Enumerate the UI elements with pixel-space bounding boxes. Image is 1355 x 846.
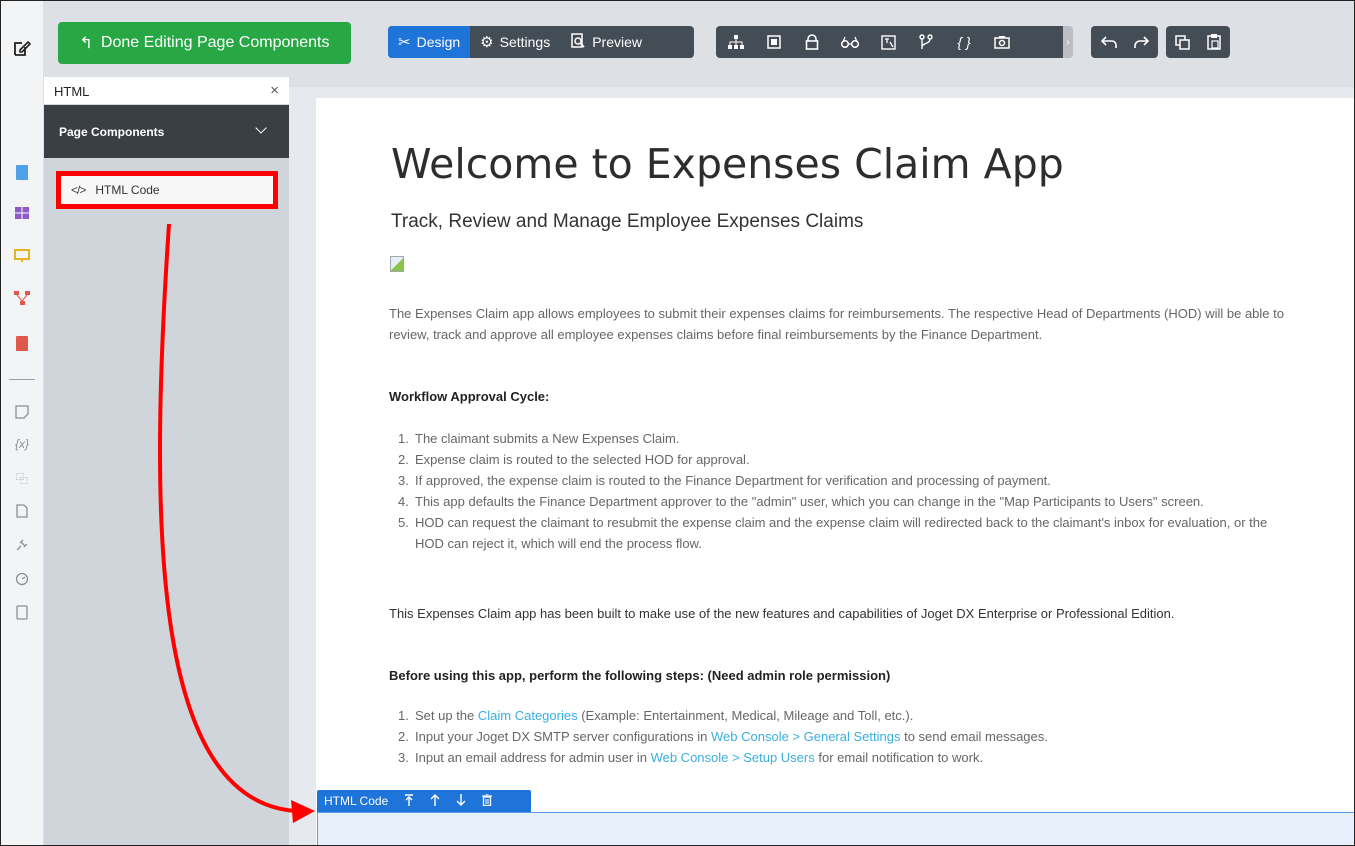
before-heading: Before using this app, perform the follo… <box>389 668 891 683</box>
trash-icon[interactable] <box>482 792 493 809</box>
move-up-icon[interactable] <box>430 793 440 809</box>
app-window: {x} ⿻ ↰ Done Editing Page Components ✂ D… <box>0 0 1355 846</box>
tablet-icon[interactable] <box>11 601 33 623</box>
preview-tab[interactable]: Preview <box>560 26 652 58</box>
workflow-step-text: If approved, the expense claim is routed… <box>415 473 1051 488</box>
list-item: 2. Expense claim is routed to the selecte… <box>398 452 750 467</box>
setup-steps-list: 1. Set up the Claim Categories (Example: … <box>389 705 1294 768</box>
branch-icon[interactable] <box>914 28 938 56</box>
curly-braces-icon[interactable]: { } <box>952 28 976 56</box>
undo-icon[interactable] <box>1097 28 1121 56</box>
setup-step-pre: Set up the <box>415 708 478 723</box>
preview-icon <box>570 32 586 52</box>
form-icon[interactable] <box>762 28 786 56</box>
copy-icon[interactable] <box>1170 28 1194 56</box>
note-icon[interactable] <box>11 401 33 423</box>
setup-step-pre: Input an email address for admin user in <box>415 750 651 765</box>
variable-icon[interactable]: {x} <box>11 433 33 455</box>
component-label: HTML Code <box>324 794 389 808</box>
file-icon[interactable] <box>11 500 33 522</box>
component-toolbar: HTML Code <box>317 790 531 812</box>
page-subtitle: Track, Review and Manage Employee Expens… <box>391 211 864 232</box>
setup-step-pre: Input your Joget DX SMTP server configur… <box>415 729 712 744</box>
component-search-input[interactable] <box>54 81 254 101</box>
mode-switcher: ✂ Design ⚙ Settings Preview <box>388 26 694 58</box>
redo-icon[interactable] <box>1129 28 1153 56</box>
list-item: 5. HOD can request the claimant to resubm… <box>398 515 1268 551</box>
table-icon[interactable] <box>11 202 33 224</box>
paste-icon[interactable] <box>1202 28 1226 56</box>
setup-step-post: for email notification to work. <box>814 750 984 765</box>
left-icon-rail: {x} ⿻ <box>1 1 44 845</box>
camera-icon[interactable] <box>990 28 1014 56</box>
design-tab-label: Design <box>416 34 461 50</box>
list-item: 1. The claimant submits a New Expenses Cl… <box>398 431 680 446</box>
workflow-step-text: Expense claim is routed to the selected … <box>415 452 750 467</box>
top-toolbar: ↰ Done Editing Page Components ✂ Design … <box>44 1 1354 87</box>
workflow-heading: Workflow Approval Cycle: <box>389 389 550 404</box>
list-item: 1. Set up the Claim Categories (Example: … <box>398 708 914 723</box>
claim-categories-link[interactable]: Claim Categories <box>478 708 578 723</box>
built-paragraph: This Expenses Claim app has been built t… <box>389 606 1175 621</box>
page-title: Welcome to Expenses Claim App <box>391 140 1064 188</box>
gear-icon: ⚙ <box>480 34 494 51</box>
monitor-icon[interactable] <box>11 245 33 267</box>
builder-tools: { } <box>716 26 1071 58</box>
speedometer-icon[interactable] <box>11 568 33 590</box>
page-components-header[interactable]: Page Components <box>44 105 289 158</box>
intro-paragraph: The Expenses Claim app allows employees … <box>389 306 1284 342</box>
lock-icon[interactable] <box>800 28 824 56</box>
translate-icon[interactable]: ⿻ <box>11 467 33 489</box>
back-arrow-icon: ↰ <box>79 35 93 52</box>
done-editing-button[interactable]: ↰ Done Editing Page Components <box>58 22 351 64</box>
workflow-step-text: HOD can request the claimant to resubmit… <box>415 515 1268 551</box>
html-code-item-label: HTML Code <box>95 183 160 197</box>
sitemap-icon[interactable] <box>724 28 748 56</box>
done-editing-label: Done Editing Page Components <box>100 34 330 51</box>
setup-step-post: to send email messages. <box>900 729 1048 744</box>
components-panel: × Page Components </> HTML Code ‹ <box>44 77 332 845</box>
setup-users-link[interactable]: Web Console > Setup Users <box>651 750 815 765</box>
design-tab[interactable]: ✂ Design <box>388 26 471 58</box>
page-canvas: Welcome to Expenses Claim App Track, Rev… <box>316 98 1354 845</box>
glasses-icon[interactable] <box>838 28 862 56</box>
plug-icon[interactable] <box>11 534 33 556</box>
html-code-component-item[interactable]: </> HTML Code <box>56 171 278 209</box>
rail-divider <box>9 379 35 380</box>
move-down-icon[interactable] <box>456 793 466 809</box>
design-tools-icon: ✂ <box>398 34 411 51</box>
settings-tab[interactable]: ⚙ Settings <box>470 26 560 58</box>
translate-icon[interactable] <box>876 28 900 56</box>
workflow-steps-list: 1. The claimant submits a New Expenses Cl… <box>389 428 1294 554</box>
workflow-step-text: The claimant submits a New Expenses Clai… <box>415 431 680 446</box>
page-components-title: Page Components <box>59 124 165 139</box>
general-settings-link[interactable]: Web Console > General Settings <box>711 729 900 744</box>
preview-tab-label: Preview <box>592 34 643 50</box>
list-item: 3. Input an email address for admin user … <box>398 750 984 765</box>
chevron-down-icon <box>255 122 267 134</box>
clear-search-button[interactable]: × <box>270 82 279 99</box>
workflow-step-text: This app defaults the Finance Department… <box>415 494 1204 509</box>
html-code-component-dropzone[interactable] <box>317 812 1354 845</box>
move-top-icon[interactable] <box>404 793 414 809</box>
edit-icon[interactable] <box>11 37 33 59</box>
hierarchy-icon[interactable] <box>11 287 33 309</box>
list-item: 3. If approved, the expense claim is rout… <box>398 473 1051 488</box>
setup-step-post: (Example: Entertainment, Medical, Mileag… <box>577 708 914 723</box>
pdf-icon[interactable] <box>11 332 33 354</box>
history-controls <box>1091 26 1158 58</box>
scroll-more-indicator[interactable]: › <box>1063 26 1073 58</box>
broken-image-icon <box>390 256 404 272</box>
clipboard-controls <box>1166 26 1230 58</box>
list-item: 2. Input your Joget DX SMTP server config… <box>398 729 1048 744</box>
settings-tab-label: Settings <box>499 34 551 50</box>
component-search: × <box>44 77 289 105</box>
list-item: 4. This app defaults the Finance Departme… <box>398 494 1204 509</box>
document-icon[interactable] <box>11 161 33 183</box>
code-icon: </> <box>71 183 86 197</box>
